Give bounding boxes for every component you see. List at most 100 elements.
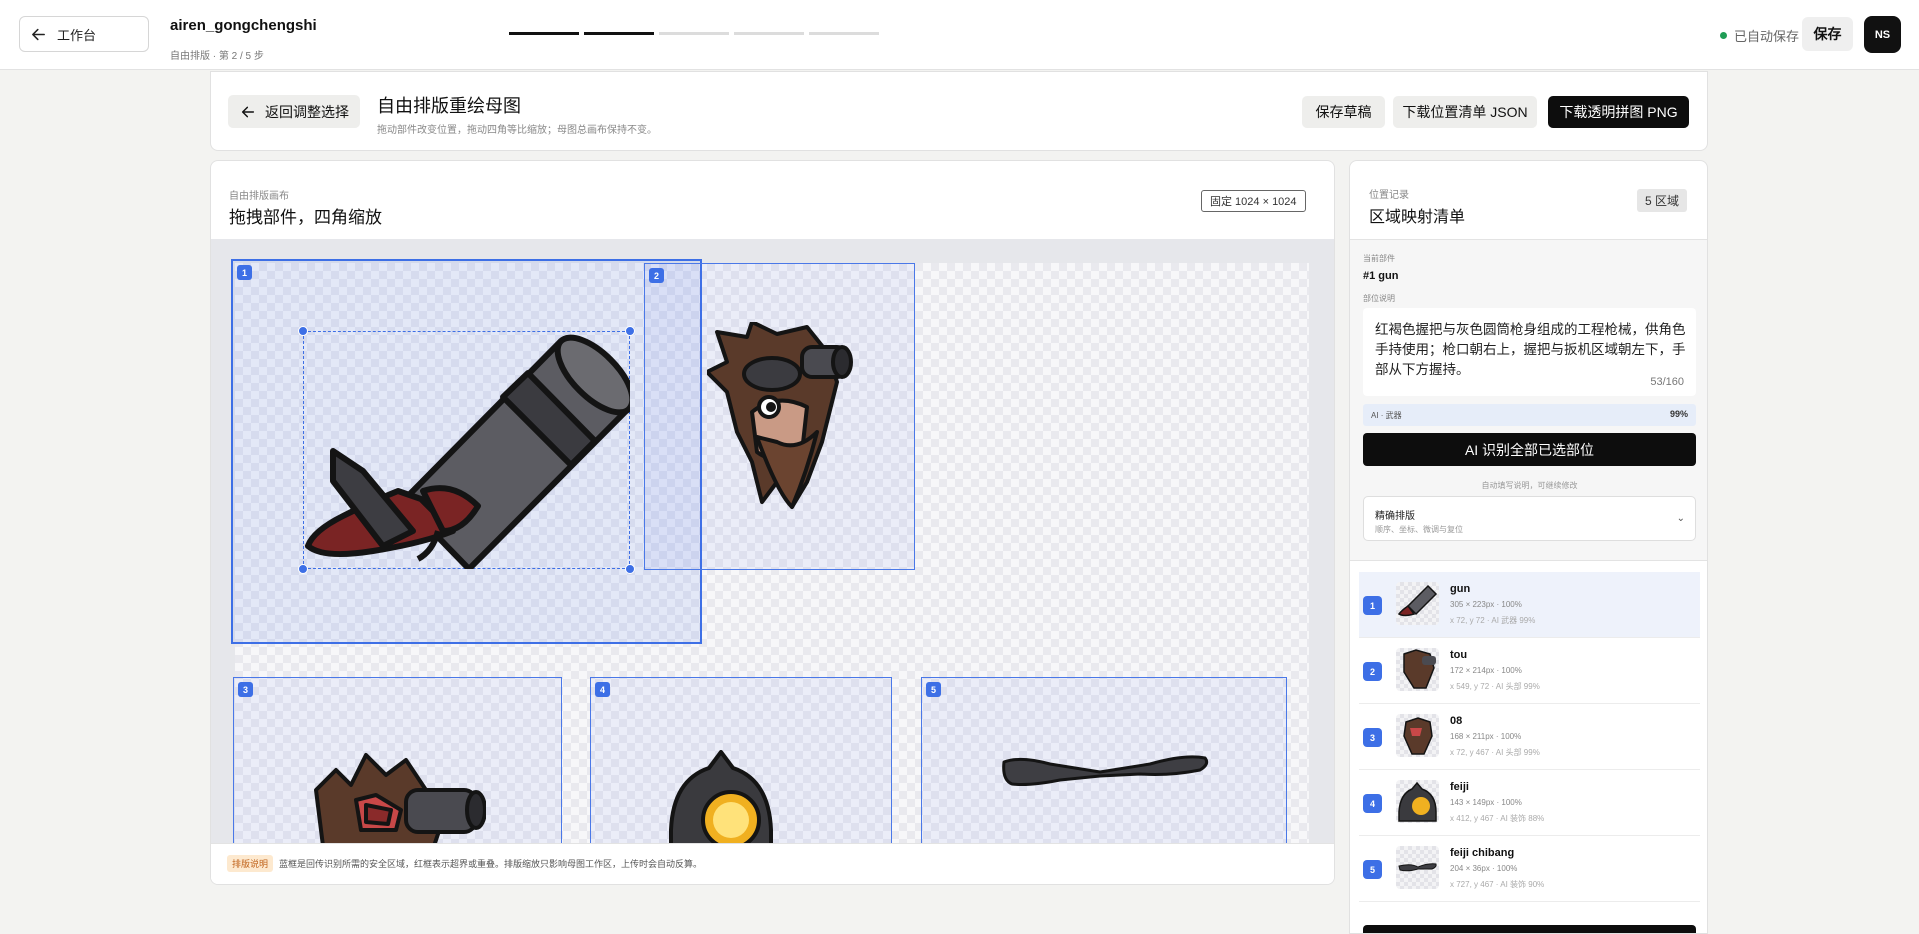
ai-identify-button[interactable]: AI 识别全部已选部位 <box>1363 433 1696 466</box>
feiji-artwork <box>669 750 773 843</box>
description-text: 红褐色握把与灰色圆筒枪身组成的工程枪械，供角色手持使用；枪口朝右上，握把与扳机区… <box>1375 322 1686 377</box>
thumbnail <box>1396 714 1439 757</box>
head-artwork <box>707 322 853 509</box>
head-08-artwork <box>314 753 486 843</box>
ai-hint: 自动填写说明，可继续修改 <box>1481 481 1578 490</box>
list-item[interactable]: 3 08 168 × 211px · 100% x 72, y 467 · AI… <box>1359 704 1700 770</box>
thumbnail <box>1396 780 1439 823</box>
list-item[interactable]: 2 tou 172 × 214px · 100% x 549, y 72 · A… <box>1359 638 1700 704</box>
description-char-count: 53/160 <box>1650 376 1684 388</box>
item-number: 5 <box>1363 860 1382 879</box>
item-name: feiji chibang <box>1450 847 1515 859</box>
region-count-badge: 5 区域 <box>1637 189 1688 212</box>
top-bar: 工作台 airen_gongchengshi 自由排版 · 第 2 / 5 步 … <box>0 0 1919 70</box>
precise-layout-title: 精确排版 <box>1375 511 1415 522</box>
step-5 <box>809 32 879 35</box>
part-number: 4 <box>595 682 610 697</box>
list-item[interactable]: 1 gun 305 × 223px · 100% x 72, y 72 · AI… <box>1359 572 1700 638</box>
step-3 <box>659 32 729 35</box>
download-json-button[interactable]: 下载位置清单 JSON <box>1393 96 1537 128</box>
layout-note-text: 蓝框是回传识别所需的安全区域，红框表示超界或重叠。排版缩放只影响母图工作区，上传… <box>279 859 703 869</box>
step-4 <box>734 32 804 35</box>
part-number: 3 <box>238 682 253 697</box>
layout-note-badge: 排版说明 <box>227 855 274 872</box>
item-size: 143 × 149px · 100% <box>1450 798 1522 807</box>
step-1 <box>509 32 579 35</box>
item-number: 3 <box>1363 728 1382 747</box>
thumbnail <box>1396 582 1439 625</box>
current-part: #1 gun <box>1363 270 1399 282</box>
item-size: 305 × 223px · 100% <box>1450 600 1522 609</box>
item-position: x 727, y 467 · AI 装饰 90% <box>1450 880 1545 889</box>
item-number: 1 <box>1363 596 1382 615</box>
page-title: 自由排版重绘母图 <box>377 96 521 116</box>
canvas-label: 自由排版画布 <box>229 191 289 202</box>
back-to-workspace-label: 工作台 <box>57 27 97 43</box>
part-feiji-chibang[interactable]: 5 <box>921 677 1287 843</box>
panel-label: 位置记录 <box>1369 190 1409 201</box>
canvas-title: 拖拽部件，四角缩放 <box>229 208 382 227</box>
list-item[interactable]: 5 feiji chibang 204 × 36px · 100% x 727,… <box>1359 836 1700 902</box>
part-gun[interactable]: 1 <box>231 259 702 644</box>
feiji-chibang-artwork <box>1002 755 1209 786</box>
part-number: 2 <box>649 268 664 283</box>
part-head[interactable]: 2 <box>644 263 915 570</box>
canvas-card: 自由排版画布 拖拽部件，四角缩放 固定 1024 × 1024 1 2 3 4 … <box>210 160 1335 885</box>
list-item[interactable]: 4 feiji 143 × 149px · 100% x 412, y 467 … <box>1359 770 1700 836</box>
autosave-status: 已自动保存 <box>1720 26 1799 45</box>
part-number: 1 <box>237 265 252 280</box>
item-size: 172 × 214px · 100% <box>1450 666 1522 675</box>
item-position: x 412, y 467 · AI 装饰 88% <box>1450 814 1545 823</box>
save-button[interactable]: 保存 <box>1802 17 1853 51</box>
ai-classification: AI · 武器 99% <box>1363 404 1696 426</box>
project-step-info: 自由排版 · 第 2 / 5 步 <box>170 51 264 62</box>
precise-layout-subtitle: 顺序、坐标、微调与复位 <box>1375 525 1463 534</box>
part-head-08[interactable]: 3 <box>233 677 562 843</box>
item-size: 204 × 36px · 100% <box>1450 864 1518 873</box>
thumbnail <box>1396 648 1439 691</box>
item-name: 08 <box>1450 715 1463 727</box>
item-name: feiji <box>1450 781 1469 793</box>
step-progress <box>509 32 879 35</box>
avatar[interactable]: NS <box>1864 16 1901 53</box>
canvas-stage[interactable]: 1 2 3 4 5 <box>211 239 1334 843</box>
region-list: 1 gun 305 × 223px · 100% x 72, y 72 · AI… <box>1359 572 1700 902</box>
item-number: 2 <box>1363 662 1382 681</box>
current-part-label: 当前部件 <box>1363 254 1395 263</box>
ai-confidence: 99% <box>1669 409 1688 419</box>
part-detail: 当前部件 #1 gun 部位说明 红褐色握把与灰色圆筒枪身组成的工程枪械，供角色… <box>1350 239 1707 561</box>
project-name: airen_gongchengshi <box>170 17 317 34</box>
back-to-workspace-button[interactable]: 工作台 <box>19 16 149 52</box>
back-adjust-label: 返回调整选择 <box>265 103 349 120</box>
canvas-footer: 排版说明 蓝框是回传识别所需的安全区域，红框表示超界或重叠。排版缩放只影响母图工… <box>211 843 1334 884</box>
arrow-left-icon <box>32 28 45 40</box>
canvas-size-badge: 固定 1024 × 1024 <box>1201 190 1306 212</box>
gun-artwork <box>305 334 630 569</box>
panel-title: 区域映射清单 <box>1369 209 1466 226</box>
item-name: gun <box>1450 583 1471 595</box>
save-draft-button[interactable]: 保存草稿 <box>1302 96 1385 128</box>
part-number: 5 <box>926 682 941 697</box>
item-number: 4 <box>1363 794 1382 813</box>
item-position: x 549, y 72 · AI 头部 99% <box>1450 682 1540 691</box>
panel-bottom-button[interactable] <box>1363 925 1696 933</box>
status-dot-icon <box>1720 32 1727 39</box>
ai-category: AI · 武器 <box>1371 411 1402 420</box>
back-adjust-button[interactable]: 返回调整选择 <box>228 95 360 128</box>
autosave-label: 已自动保存 <box>1734 29 1800 44</box>
part-feiji[interactable]: 4 <box>590 677 892 843</box>
precise-layout-dropdown[interactable]: 精确排版 顺序、坐标、微调与复位 ⌄ <box>1363 496 1696 541</box>
page-subtitle: 拖动部件改变位置，拖动四角等比缩放；母图总画布保持不变。 <box>377 125 657 136</box>
item-size: 168 × 211px · 100% <box>1450 732 1522 741</box>
item-name: tou <box>1450 649 1468 661</box>
download-png-button[interactable]: 下载透明拼图 PNG <box>1548 96 1689 128</box>
thumbnail <box>1396 846 1439 889</box>
chevron-down-icon: ⌄ <box>1676 513 1685 524</box>
step-2 <box>584 32 654 35</box>
artboard[interactable]: 1 2 3 4 5 <box>231 259 1309 843</box>
description-label: 部位说明 <box>1363 294 1395 303</box>
item-position: x 72, y 467 · AI 头部 99% <box>1450 748 1540 757</box>
region-panel: 位置记录 区域映射清单 5 区域 当前部件 #1 gun 部位说明 红褐色握把与… <box>1349 160 1708 934</box>
arrow-left-icon <box>241 106 255 117</box>
description-field[interactable]: 红褐色握把与灰色圆筒枪身组成的工程枪械，供角色手持使用；枪口朝右上，握把与扳机区… <box>1363 308 1696 396</box>
